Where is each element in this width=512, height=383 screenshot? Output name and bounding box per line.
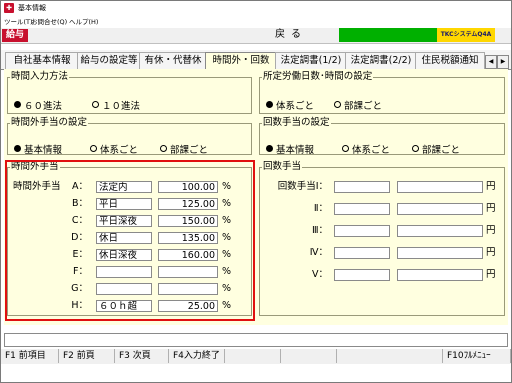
cnt-unit-1: 円 [486,181,496,192]
tab-paid-leave[interactable]: 有休・代替休 [139,52,207,69]
app-window: ✚ 基本情報 ツール(T) お問合せ(Q) ヘルプ(H) 給与 戻る TKCシス… [0,0,512,383]
radio-ot-basic[interactable]: 基本情報 [14,145,62,157]
cnt-amount-2[interactable] [397,203,483,215]
tab-resident-tax[interactable]: 住民税額通知 [415,52,485,69]
f4-finish-input-button[interactable]: F4入力終了 [169,349,225,363]
radio-60[interactable]: ６０進法 [14,101,62,113]
tab-company-info[interactable]: 自社基本情報 [5,52,79,69]
f2-prev-page-button[interactable]: F2 前頁 [59,349,115,363]
cnt-name-3[interactable] [334,225,390,237]
tab-statutory-1[interactable]: 法定調書(1/2) [275,52,347,69]
app-icon: ✚ [4,3,14,13]
tab-statutory-2[interactable]: 法定調書(2/2) [345,52,417,69]
tab-next-icon[interactable]: ▶ [497,55,509,69]
toolbar: 給与 戻る TKCシステムQ4A [1,28,511,44]
cnt-row-label-5: Ⅴ： [312,269,328,280]
cnt-name-1[interactable] [334,181,390,193]
radio-unselected-icon [90,145,97,152]
f6-button[interactable] [281,349,337,363]
count-setting-group: 回数手当の設定 基本情報 体系ごと 部課ごと [259,117,505,157]
radio-unselected-icon [92,101,99,108]
status-bar-green [339,28,437,42]
count-allowance-legend: 回数手当 [263,161,302,172]
menu-tools[interactable]: ツール(T) [4,16,33,28]
radio-unselected-icon [334,101,341,108]
cnt-name-4[interactable] [334,247,390,259]
tab-bar: 自社基本情報 給与の設定等 有休・代替休 時間外・回数 法定調書(1/2) 法定… [1,50,511,70]
f5-button[interactable] [225,349,281,363]
menu-help[interactable]: ヘルプ(H) [69,16,98,28]
cnt-row-label-3: Ⅲ： [311,225,328,236]
radio-10[interactable]: １０進法 [92,101,140,113]
cnt-amount-1[interactable] [397,181,483,193]
radio-selected-icon [14,101,21,108]
cnt-amount-3[interactable] [397,225,483,237]
radio-selected-icon [266,145,273,152]
radio-selected-icon [266,101,273,108]
menu-inquiry[interactable]: お問合せ(Q) [31,16,67,28]
title-bar: ✚ 基本情報 [1,1,511,16]
cnt-amount-4[interactable] [397,247,483,259]
back-button[interactable]: 戻る [241,28,341,42]
cnt-unit-4: 円 [486,247,496,258]
radio-ot-dept[interactable]: 部課ごと [160,145,208,157]
tab-salary-settings[interactable]: 給与の設定等 [77,52,141,69]
f7-f9-button[interactable] [337,349,443,363]
cnt-row-label-4: Ⅳ： [309,247,328,258]
cnt-unit-2: 円 [486,203,496,214]
tab-overtime-count[interactable]: 時間外・回数 [205,52,277,69]
count-allowance-group: 回数手当 回数手当Ⅰ： 円 Ⅱ： 円 Ⅲ： 円 Ⅳ： 円 Ⅴ： 円 [259,162,505,316]
cnt-row-label-2: Ⅱ： [313,203,328,214]
radio-cnt-dept[interactable]: 部課ごと [412,145,460,157]
scheduled-work-group: 所定労働日数･時間の設定 体系ごと 部課ごと [259,72,505,114]
message-bar [4,333,508,347]
radio-unselected-icon [412,145,419,152]
f1-prev-item-button[interactable]: F1 前項目 [1,349,59,363]
radio-unselected-icon [342,145,349,152]
cnt-unit-3: 円 [486,225,496,236]
cnt-row-label-1: 回数手当Ⅰ： [277,181,328,192]
tab-prev-icon[interactable]: ◀ [485,55,497,69]
radio-by-system[interactable]: 体系ごと [266,101,314,113]
app-badge: 給与 [2,29,28,42]
radio-by-dept[interactable]: 部課ごと [334,101,382,113]
radio-ot-system[interactable]: 体系ごと [90,145,138,157]
count-setting-legend: 回数手当の設定 [263,117,330,128]
brand-logo: TKCシステムQ4A [437,28,495,42]
radio-selected-icon [14,145,21,152]
radio-cnt-system[interactable]: 体系ごと [342,145,390,157]
time-input-legend: 時間入力方法 [11,71,69,82]
cnt-name-2[interactable] [334,203,390,215]
cnt-amount-5[interactable] [397,269,483,281]
cnt-name-5[interactable] [334,269,390,281]
scheduled-work-legend: 所定労働日数･時間の設定 [263,71,373,82]
time-input-group: 時間入力方法 ６０進法 １０進法 [7,72,252,114]
f10-full-menu-button[interactable]: F10ﾌﾙﾒﾆｭｰ [443,349,511,363]
radio-unselected-icon [160,145,167,152]
window-title: 基本情報 [18,4,46,12]
overtime-setting-legend: 時間外手当の設定 [11,117,88,128]
radio-cnt-basic[interactable]: 基本情報 [266,145,314,157]
cnt-unit-5: 円 [486,269,496,280]
function-key-bar: F1 前項目 F2 前頁 F3 次頁 F4入力終了 F10ﾌﾙﾒﾆｭｰ [1,349,511,364]
f3-next-page-button[interactable]: F3 次頁 [115,349,169,363]
highlight-box [5,160,255,321]
menu-bar: ツール(T) お問合せ(Q) ヘルプ(H) [1,16,511,28]
overtime-setting-group: 時間外手当の設定 基本情報 体系ごと 部課ごと [7,117,252,157]
